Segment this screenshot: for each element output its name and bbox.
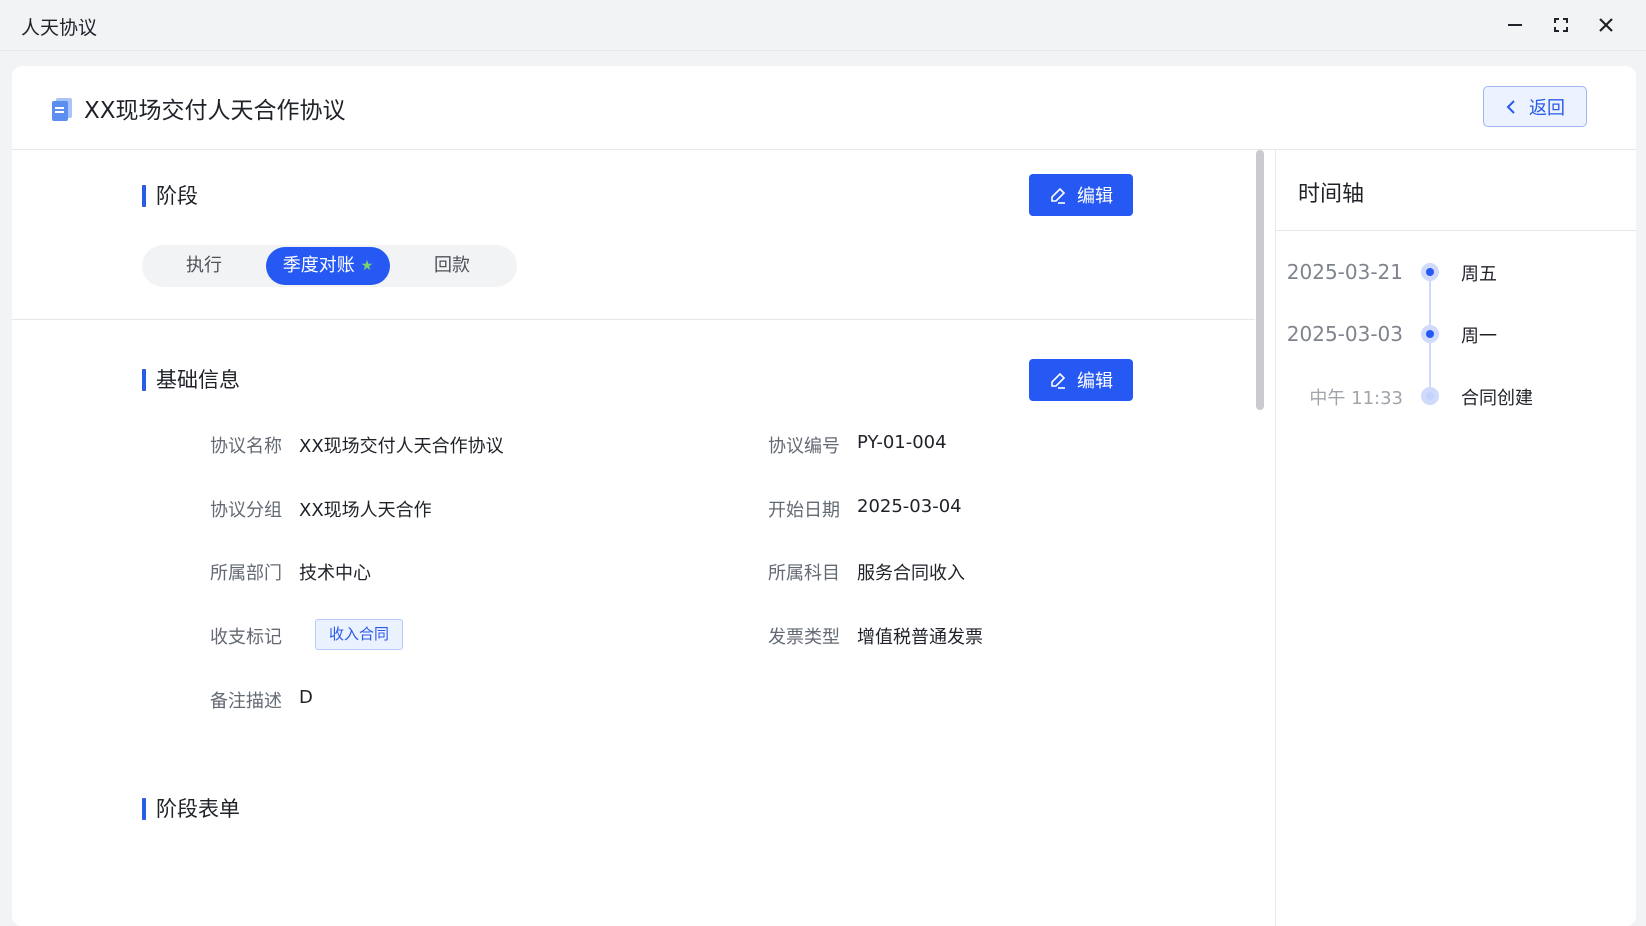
field-label-group: 协议分组 xyxy=(210,500,282,521)
main-card: XX现场交付人天合作协议 返回 阶段 编辑 执行 季度对账 ★ 回款 基础信息 … xyxy=(12,66,1636,926)
timeline-time: 中午 11:33 xyxy=(1309,388,1403,409)
scrollbar[interactable] xyxy=(1255,150,1275,926)
timeline-entry-text: 周一 xyxy=(1461,326,1497,347)
stage-tab-label: 执行 xyxy=(186,255,222,276)
minimize-button[interactable] xyxy=(1501,11,1529,39)
field-value-invoice: 增值税普通发票 xyxy=(857,627,983,648)
field-value-code: PY-01-004 xyxy=(857,432,947,453)
timeline-dot xyxy=(1421,325,1439,343)
field-label-start-date: 开始日期 xyxy=(768,500,840,521)
field-value-name: XX现场交付人天合作协议 xyxy=(299,436,504,457)
scrollbar-thumb[interactable] xyxy=(1256,150,1264,410)
field-label-department: 所属部门 xyxy=(210,563,282,584)
timeline-entry-text: 周五 xyxy=(1461,264,1497,285)
field-value-remark: D xyxy=(299,687,313,708)
close-icon xyxy=(1599,18,1613,32)
stage-tab-payment[interactable]: 回款 xyxy=(390,247,514,285)
star-icon: ★ xyxy=(360,258,374,274)
back-button-label: 返回 xyxy=(1529,97,1565,119)
stage-edit-label: 编辑 xyxy=(1077,186,1113,207)
maximize-icon xyxy=(1554,18,1568,32)
status-badge: 收入合同 xyxy=(315,619,403,650)
pencil-icon xyxy=(1051,187,1066,204)
stage-section-title: 阶段 xyxy=(142,184,198,208)
field-label-flag: 收支标记 xyxy=(210,627,282,648)
stage-edit-button[interactable]: 编辑 xyxy=(1029,174,1133,216)
field-label-subject: 所属科目 xyxy=(768,563,840,584)
stage-tab-label: 回款 xyxy=(434,255,470,276)
stage-switch: 执行 季度对账 ★ 回款 xyxy=(142,245,517,287)
field-label-invoice: 发票类型 xyxy=(768,627,840,648)
field-label-code: 协议编号 xyxy=(768,436,840,457)
stage-tab-quarterly-reconcile[interactable]: 季度对账 ★ xyxy=(266,247,390,285)
timeline-entry-text: 合同创建 xyxy=(1461,388,1533,409)
window-titlebar: 人天协议 xyxy=(0,0,1646,51)
page-title: XX现场交付人天合作协议 xyxy=(84,98,346,124)
stage-tab-label: 季度对账 xyxy=(282,255,355,276)
timeline-dot xyxy=(1421,263,1439,281)
timeline-title: 时间轴 xyxy=(1298,182,1365,207)
stage-tab-execute[interactable]: 执行 xyxy=(142,247,266,285)
timeline-date: 2025-03-21 xyxy=(1286,260,1403,284)
timeline-dot xyxy=(1421,387,1439,405)
minimize-icon xyxy=(1508,24,1522,26)
document-icon xyxy=(52,98,72,121)
timeline-divider xyxy=(1276,230,1636,231)
basic-section-title: 基础信息 xyxy=(142,368,240,392)
maximize-button[interactable] xyxy=(1547,11,1575,39)
main-content[interactable]: 阶段 编辑 执行 季度对账 ★ 回款 基础信息 编辑 协议名称 XX现场交付人天… xyxy=(12,150,1255,926)
field-label-remark: 备注描述 xyxy=(210,691,282,712)
timeline-date: 2025-03-03 xyxy=(1286,322,1403,346)
section-divider xyxy=(12,319,1255,320)
field-label-name: 协议名称 xyxy=(210,436,282,457)
page-header: XX现场交付人天合作协议 返回 xyxy=(12,66,1636,150)
back-button[interactable]: 返回 xyxy=(1483,86,1587,127)
timeline-panel: 时间轴 2025-03-21 周五 2025-03-03 周一 中午 11:33… xyxy=(1276,150,1636,926)
field-value-start-date: 2025-03-04 xyxy=(857,496,962,517)
field-value-group: XX现场人天合作 xyxy=(299,500,432,521)
basic-edit-button[interactable]: 编辑 xyxy=(1029,359,1133,401)
form-section-title: 阶段表单 xyxy=(142,797,240,821)
window-title: 人天协议 xyxy=(21,17,98,39)
basic-edit-label: 编辑 xyxy=(1077,371,1113,392)
field-value-department: 技术中心 xyxy=(299,563,371,584)
chevron-left-icon xyxy=(1506,99,1515,114)
close-button[interactable] xyxy=(1592,11,1620,39)
pencil-icon xyxy=(1051,372,1066,389)
field-value-subject: 服务合同收入 xyxy=(857,563,965,584)
